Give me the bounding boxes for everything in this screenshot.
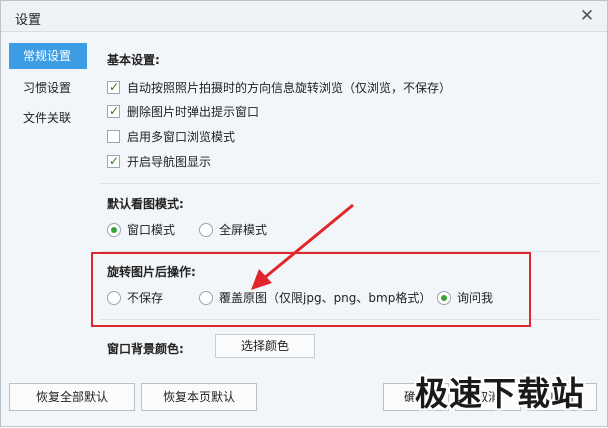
close-icon: ✕ bbox=[579, 6, 595, 26]
view-mode-title: 默认看图模式: bbox=[107, 197, 184, 211]
window-mode-option[interactable]: 窗口模式 bbox=[107, 221, 197, 239]
divider bbox=[99, 183, 599, 184]
restore-page-defaults-button[interactable]: 恢复本页默认 bbox=[141, 383, 257, 411]
navigator-checkbox[interactable]: ✓ bbox=[107, 154, 120, 168]
delete-prompt-checkbox[interactable]: ✓ bbox=[107, 104, 120, 118]
auto-rotate-checkbox[interactable]: ✓ bbox=[107, 80, 120, 94]
restore-all-defaults-button[interactable]: 恢复全部默认 bbox=[9, 383, 135, 411]
sidebar: 常规设置 习惯设置 文件关联 bbox=[7, 39, 87, 369]
background-color-label: 窗口背景颜色: bbox=[107, 342, 184, 356]
sidebar-item-general[interactable]: 常规设置 bbox=[9, 43, 87, 69]
delete-prompt-label: 删除图片时弹出提示窗口 bbox=[127, 105, 260, 119]
multi-window-checkbox[interactable] bbox=[107, 130, 120, 143]
choose-color-button[interactable]: 选择颜色 bbox=[215, 334, 315, 358]
fullscreen-mode-option[interactable]: 全屏模式 bbox=[199, 221, 289, 239]
sidebar-item-habits[interactable]: 习惯设置 bbox=[9, 75, 87, 101]
fullscreen-mode-radio[interactable] bbox=[199, 223, 213, 237]
navigator-label: 开启导航图显示 bbox=[127, 155, 212, 169]
check-icon: ✓ bbox=[109, 104, 120, 118]
fullscreen-mode-label: 全屏模式 bbox=[219, 223, 268, 237]
window-mode-label: 窗口模式 bbox=[127, 223, 176, 237]
annotation-highlight-box bbox=[91, 252, 531, 327]
basic-settings-title: 基本设置: bbox=[107, 53, 160, 67]
multi-window-label: 启用多窗口浏览模式 bbox=[127, 130, 236, 144]
site-watermark: 极速下载站 bbox=[415, 374, 585, 413]
settings-dialog: 设置 ✕ 常规设置 习惯设置 文件关联 基本设置: ✓ 自动按照照片拍摄时的方向… bbox=[0, 0, 608, 427]
window-title: 设置 bbox=[15, 13, 42, 28]
radio-selected-icon bbox=[111, 227, 117, 233]
auto-rotate-label: 自动按照照片拍摄时的方向信息旋转浏览（仅浏览，不保存） bbox=[127, 81, 452, 95]
close-button[interactable]: ✕ bbox=[577, 6, 597, 26]
window-mode-radio[interactable] bbox=[107, 223, 121, 237]
sidebar-item-file-association[interactable]: 文件关联 bbox=[9, 105, 87, 131]
check-icon: ✓ bbox=[109, 154, 120, 168]
check-icon: ✓ bbox=[109, 80, 120, 94]
title-bar: 设置 ✕ bbox=[1, 1, 607, 32]
